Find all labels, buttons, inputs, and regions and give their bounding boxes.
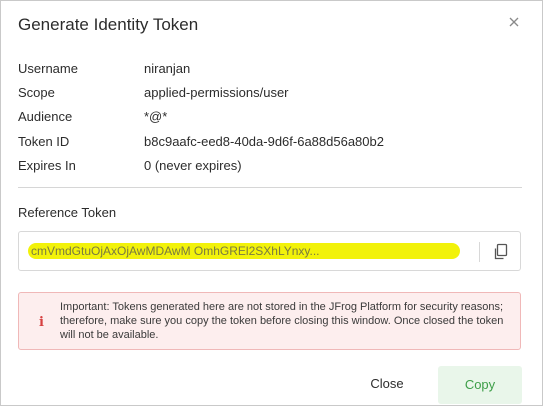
close-button[interactable]: Close (353, 367, 421, 401)
copy-button[interactable]: Copy (438, 366, 522, 404)
detail-row-token-id: Token ID b8c9aafc-eed8-40da-9d6f-6a88d56… (18, 134, 518, 152)
detail-label: Token ID (18, 134, 70, 149)
close-icon[interactable] (507, 15, 521, 29)
detail-row-scope: Scope applied-permissions/user (18, 85, 518, 103)
reference-token-label: Reference Token (18, 205, 117, 220)
detail-row-audience: Audience *@* (18, 109, 518, 127)
field-separator (479, 242, 480, 262)
dialog-title: Generate Identity Token (18, 15, 199, 34)
warning-text: Important: Tokens generated here are not… (60, 301, 504, 341)
detail-value: applied-permissions/user (144, 85, 289, 100)
section-divider (18, 187, 522, 188)
warning-banner: i Important: Tokens generated here are n… (18, 292, 521, 350)
reference-token-field[interactable]: cmVmdGtuOjAxOjAwMDAwM OmhGREl2SXhLYnxy..… (18, 231, 521, 271)
reference-token-value[interactable]: cmVmdGtuOjAxOjAwMDAwM OmhGREl2SXhLYnxy..… (31, 244, 461, 258)
copy-icon[interactable] (493, 243, 509, 261)
detail-label: Username (18, 61, 78, 76)
detail-value: *@* (144, 109, 168, 124)
info-icon: i (39, 315, 44, 330)
detail-value: b8c9aafc-eed8-40da-9d6f-6a88d56a80b2 (144, 134, 384, 149)
detail-row-username: Username niranjan (18, 61, 518, 79)
detail-value: 0 (never expires) (144, 158, 242, 173)
detail-label: Scope (18, 85, 55, 100)
detail-label: Audience (18, 109, 73, 124)
detail-value: niranjan (144, 61, 191, 76)
generate-token-dialog: Generate Identity Token Username niranja… (0, 0, 543, 406)
detail-label: Expires In (18, 158, 76, 173)
detail-row-expires-in: Expires In 0 (never expires) (18, 158, 518, 176)
